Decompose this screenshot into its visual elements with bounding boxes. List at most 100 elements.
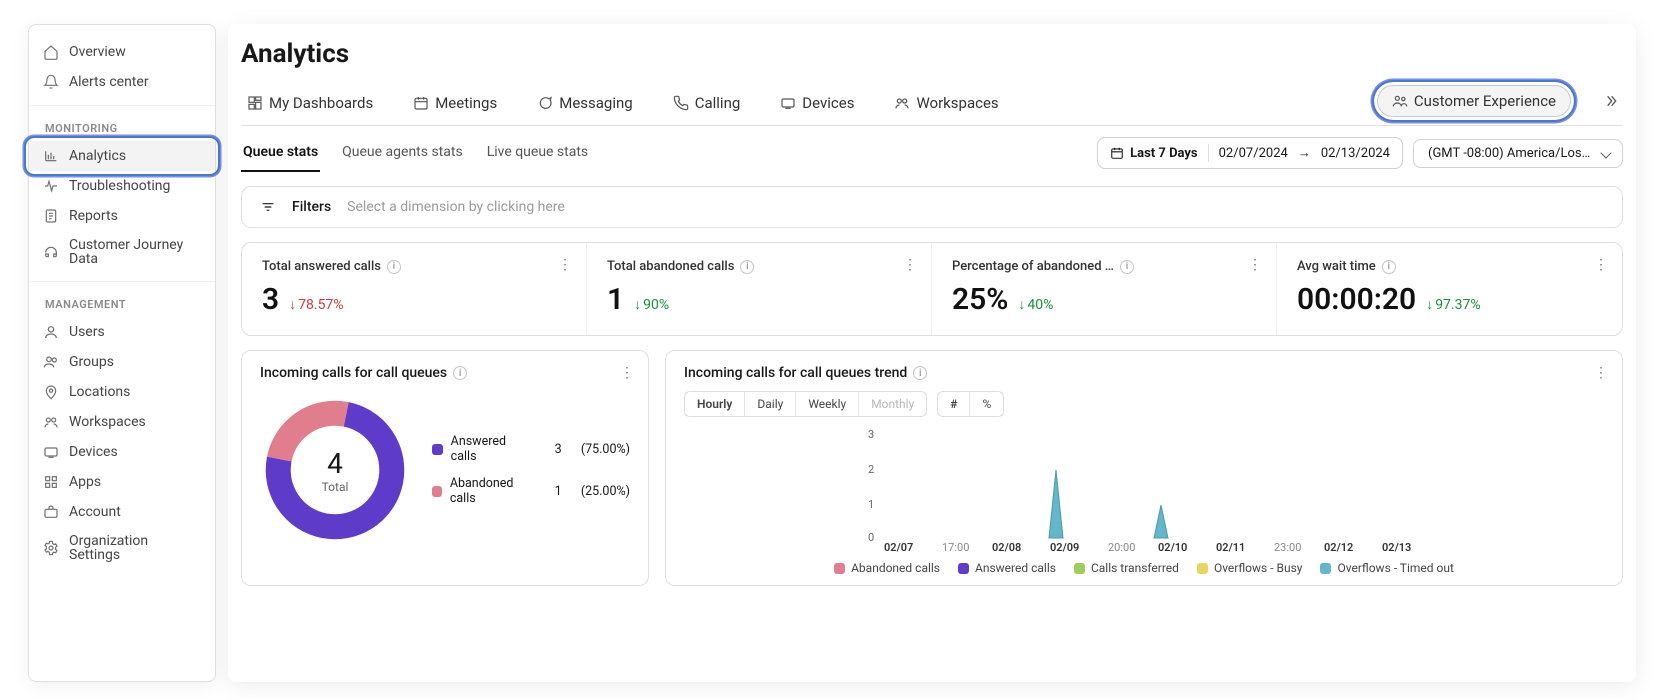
filter-icon	[260, 199, 276, 215]
device-icon	[43, 444, 59, 460]
grid-icon	[43, 474, 59, 490]
timezone-picker[interactable]: (GMT -08:00) America/Los …	[1413, 139, 1623, 168]
donut-total-label: Total	[322, 480, 349, 494]
swatch	[1320, 563, 1331, 574]
sidebar-item-troubleshooting[interactable]: Troubleshooting	[29, 171, 215, 201]
svg-text:02/08: 02/08	[992, 541, 1021, 553]
kpi-title: Percentage of abandoned …	[952, 259, 1114, 274]
sidebar-item-label: Organization Settings	[69, 534, 201, 562]
svg-text:02/12: 02/12	[1324, 541, 1353, 553]
panel-menu[interactable]: ⋮	[620, 365, 634, 381]
sidebar-item-account[interactable]: Account	[29, 497, 215, 527]
legend-item: Abandoned calls 1 (25.00%)	[432, 476, 630, 506]
sidebar-item-locations[interactable]: Locations	[29, 377, 215, 407]
people-icon	[1392, 93, 1408, 109]
sidebar-item-alerts[interactable]: Alerts center	[29, 67, 215, 97]
tab-workspaces[interactable]: Workspaces	[888, 86, 1004, 124]
kpi-row: Total answered callsi ⋮ 3↓ 78.57% Total …	[241, 242, 1623, 336]
sidebar-item-groups[interactable]: Groups	[29, 347, 215, 377]
panel-menu[interactable]: ⋮	[1594, 365, 1608, 381]
interval-hourly[interactable]: Hourly	[685, 392, 745, 416]
kpi-value: 00:00:20	[1297, 282, 1416, 317]
calendar-icon	[1110, 146, 1124, 160]
info-icon[interactable]: i	[453, 366, 467, 380]
sidebar-item-label: Account	[69, 505, 121, 519]
svg-text:23:00: 23:00	[1274, 541, 1301, 553]
svg-text:1: 1	[868, 498, 874, 511]
sidebar-item-label: Devices	[69, 445, 118, 459]
sidebar-item-apps[interactable]: Apps	[29, 467, 215, 497]
info-icon[interactable]: i	[1120, 260, 1134, 274]
sidebar-item-label: Users	[69, 325, 105, 339]
subtab-queue-agents-stats[interactable]: Queue agents stats	[340, 134, 465, 172]
tab-my-dashboards[interactable]: My Dashboards	[241, 86, 379, 124]
sidebar-item-customer-journey[interactable]: Customer Journey Data	[29, 231, 215, 273]
briefcase-icon	[43, 504, 59, 520]
sidebar-item-workspaces[interactable]: Workspaces	[29, 407, 215, 437]
interval-weekly[interactable]: Weekly	[796, 392, 859, 416]
swatch	[432, 444, 443, 455]
kpi-delta: ↓ 90%	[634, 296, 669, 313]
sidebar-item-overview[interactable]: Overview	[29, 37, 215, 67]
svg-text:02/09: 02/09	[1050, 541, 1079, 553]
tab-messaging[interactable]: Messaging	[531, 86, 638, 124]
kpi-value: 1	[607, 282, 624, 317]
info-icon[interactable]: i	[1382, 260, 1396, 274]
subtab-queue-stats[interactable]: Queue stats	[241, 134, 320, 172]
kpi-pct-abandoned: Percentage of abandoned …i ⋮ 25%↓ 40%	[932, 243, 1277, 335]
kpi-delta: ↓ 78.57%	[289, 296, 343, 313]
trend-chart: 3 2 1 0 02/07 17:00 02/08 02/09 20:00 02…	[684, 423, 1604, 553]
tab-label: Calling	[695, 94, 741, 112]
sidebar-item-users[interactable]: Users	[29, 317, 215, 347]
kpi-value: 3	[262, 282, 279, 317]
mode-pct[interactable]: %	[970, 392, 1003, 416]
tab-meetings[interactable]: Meetings	[407, 86, 503, 124]
swatch	[958, 563, 969, 574]
doc-icon	[43, 208, 59, 224]
headset-icon	[43, 244, 59, 260]
info-icon[interactable]: i	[387, 260, 401, 274]
sidebar-item-devices[interactable]: Devices	[29, 437, 215, 467]
tab-label: Devices	[802, 94, 854, 112]
sidebar-item-reports[interactable]: Reports	[29, 201, 215, 231]
sidebar-item-organization-settings[interactable]: Organization Settings	[29, 527, 215, 569]
date-from: 02/07/2024	[1219, 146, 1288, 161]
user-icon	[43, 324, 59, 340]
date-range-picker[interactable]: Last 7 Days 02/07/2024 → 02/13/2024	[1097, 137, 1403, 169]
filters-bar[interactable]: Filters Select a dimension by clicking h…	[241, 186, 1623, 228]
kpi-menu[interactable]: ⋮	[558, 257, 572, 273]
info-icon[interactable]: i	[913, 366, 927, 380]
kpi-menu[interactable]: ⋮	[1594, 257, 1608, 273]
kpi-total-abandoned: Total abandoned callsi ⋮ 1↓ 90%	[587, 243, 932, 335]
tabs: My Dashboards Meetings Messaging Calling…	[241, 85, 1623, 126]
tabs-overflow[interactable]	[1599, 89, 1623, 113]
date-to: 02/13/2024	[1321, 146, 1390, 161]
device-icon	[780, 95, 796, 111]
main: Analytics My Dashboards Meetings Messagi…	[228, 24, 1636, 682]
kpi-total-answered: Total answered callsi ⋮ 3↓ 78.57%	[242, 243, 587, 335]
info-icon[interactable]: i	[740, 260, 754, 274]
kpi-delta: ↓ 40%	[1018, 296, 1053, 313]
tab-calling[interactable]: Calling	[667, 86, 747, 124]
donut-total: 4	[327, 447, 343, 480]
users-icon	[43, 354, 59, 370]
sub-row: Queue stats Queue agents stats Live queu…	[241, 126, 1623, 172]
subtab-live-queue-stats[interactable]: Live queue stats	[485, 134, 590, 172]
arrow-right-icon: →	[1298, 145, 1311, 161]
mode-count[interactable]: #	[938, 392, 970, 416]
pulse-icon	[43, 178, 59, 194]
interval-daily[interactable]: Daily	[745, 392, 796, 416]
swatch	[1197, 563, 1208, 574]
tab-customer-experience[interactable]: Customer Experience	[1377, 85, 1571, 117]
sidebar-section-management: MANAGEMENT	[29, 294, 215, 317]
kpi-menu[interactable]: ⋮	[903, 257, 917, 273]
svg-text:02/13: 02/13	[1382, 541, 1411, 553]
tab-label: Workspaces	[916, 94, 998, 112]
sidebar-item-label: Troubleshooting	[69, 179, 170, 193]
donut-legend: Answered calls 3 (75.00%) Abandoned call…	[432, 434, 630, 506]
sidebar-item-analytics[interactable]: Analytics	[29, 141, 215, 171]
sidebar-item-label: Reports	[69, 209, 118, 223]
kpi-delta: ↓ 97.37%	[1426, 296, 1480, 313]
tab-devices[interactable]: Devices	[774, 86, 860, 124]
kpi-menu[interactable]: ⋮	[1248, 257, 1262, 273]
